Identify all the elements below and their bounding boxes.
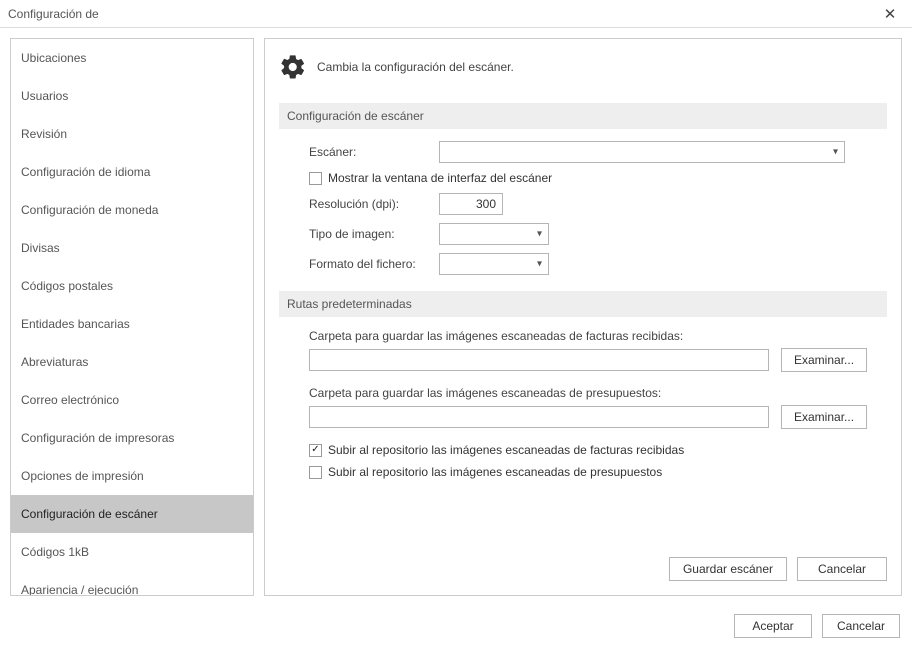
cancel-scanner-button[interactable]: Cancelar bbox=[797, 557, 887, 581]
resolution-row: Resolución (dpi): bbox=[279, 193, 887, 215]
invoices-path-input[interactable] bbox=[309, 349, 769, 371]
sidebar-item-apariencia[interactable]: Apariencia / ejecución bbox=[11, 571, 253, 596]
sidebar-item-ubicaciones[interactable]: Ubicaciones bbox=[11, 39, 253, 77]
sidebar-item-escaner[interactable]: Configuración de escáner bbox=[11, 495, 253, 533]
sidebar-item-correo[interactable]: Correo electrónico bbox=[11, 381, 253, 419]
upload-invoices-label: Subir al repositorio las imágenes escane… bbox=[328, 443, 684, 457]
image-type-select[interactable] bbox=[439, 223, 549, 245]
sidebar-item-impresoras[interactable]: Configuración de impresoras bbox=[11, 419, 253, 457]
sidebar-item-opciones-impresion[interactable]: Opciones de impresión bbox=[11, 457, 253, 495]
titlebar: Configuración de ✕ bbox=[0, 0, 912, 28]
upload-quotes-checkbox[interactable] bbox=[309, 466, 322, 479]
file-format-label: Formato del fichero: bbox=[309, 257, 439, 271]
scanner-select[interactable] bbox=[439, 141, 845, 163]
upload-quotes-row: Subir al repositorio las imágenes escane… bbox=[279, 465, 887, 479]
section-scanner-config: Configuración de escáner bbox=[279, 103, 887, 129]
file-format-row: Formato del fichero: bbox=[279, 253, 887, 275]
cancel-button[interactable]: Cancelar bbox=[822, 614, 900, 638]
ok-button[interactable]: Aceptar bbox=[734, 614, 812, 638]
dialog-body: Ubicaciones Usuarios Revisión Configurac… bbox=[0, 28, 912, 606]
save-scanner-button[interactable]: Guardar escáner bbox=[669, 557, 787, 581]
upload-quotes-label: Subir al repositorio las imágenes escane… bbox=[328, 465, 662, 479]
resolution-label: Resolución (dpi): bbox=[309, 197, 439, 211]
browse-invoices-button[interactable]: Examinar... bbox=[781, 348, 867, 372]
sidebar-item-entidades-bancarias[interactable]: Entidades bancarias bbox=[11, 305, 253, 343]
resolution-input[interactable] bbox=[439, 193, 503, 215]
invoices-path-label: Carpeta para guardar las imágenes escane… bbox=[309, 329, 887, 343]
sidebar-item-abreviaturas[interactable]: Abreviaturas bbox=[11, 343, 253, 381]
close-icon[interactable]: ✕ bbox=[876, 5, 904, 23]
invoices-path-group: Carpeta para guardar las imágenes escane… bbox=[279, 329, 887, 372]
panel-button-row: Guardar escáner Cancelar bbox=[279, 557, 887, 581]
scanner-label: Escáner: bbox=[309, 145, 439, 159]
upload-invoices-checkbox[interactable] bbox=[309, 444, 322, 457]
file-format-select[interactable] bbox=[439, 253, 549, 275]
sidebar-item-codigos-postales[interactable]: Códigos postales bbox=[11, 267, 253, 305]
sidebar-item-revision[interactable]: Revisión bbox=[11, 115, 253, 153]
image-type-label: Tipo de imagen: bbox=[309, 227, 439, 241]
gear-icon bbox=[279, 53, 307, 81]
browse-quotes-button[interactable]: Examinar... bbox=[781, 405, 867, 429]
sidebar-item-codigos-1kb[interactable]: Códigos 1kB bbox=[11, 533, 253, 571]
sidebar-item-divisas[interactable]: Divisas bbox=[11, 229, 253, 267]
show-interface-label: Mostrar la ventana de interfaz del escán… bbox=[328, 171, 552, 185]
show-ui-row: Mostrar la ventana de interfaz del escán… bbox=[279, 171, 887, 185]
upload-invoices-row: Subir al repositorio las imágenes escane… bbox=[279, 443, 887, 457]
section-default-paths: Rutas predeterminadas bbox=[279, 291, 887, 317]
settings-sidebar: Ubicaciones Usuarios Revisión Configurac… bbox=[10, 38, 254, 596]
scanner-row: Escáner: bbox=[279, 141, 887, 163]
panel-subtitle: Cambia la configuración del escáner. bbox=[317, 60, 514, 74]
show-interface-checkbox[interactable] bbox=[309, 172, 322, 185]
quotes-path-input[interactable] bbox=[309, 406, 769, 428]
main-panel: Cambia la configuración del escáner. Con… bbox=[264, 38, 902, 596]
sidebar-item-moneda[interactable]: Configuración de moneda bbox=[11, 191, 253, 229]
sidebar-item-usuarios[interactable]: Usuarios bbox=[11, 77, 253, 115]
sidebar-item-idioma[interactable]: Configuración de idioma bbox=[11, 153, 253, 191]
quotes-path-group: Carpeta para guardar las imágenes escane… bbox=[279, 386, 887, 429]
quotes-path-label: Carpeta para guardar las imágenes escane… bbox=[309, 386, 887, 400]
panel-header: Cambia la configuración del escáner. bbox=[279, 53, 887, 81]
dialog-footer: Aceptar Cancelar bbox=[0, 606, 912, 648]
image-type-row: Tipo de imagen: bbox=[279, 223, 887, 245]
window-title: Configuración de bbox=[8, 7, 876, 21]
